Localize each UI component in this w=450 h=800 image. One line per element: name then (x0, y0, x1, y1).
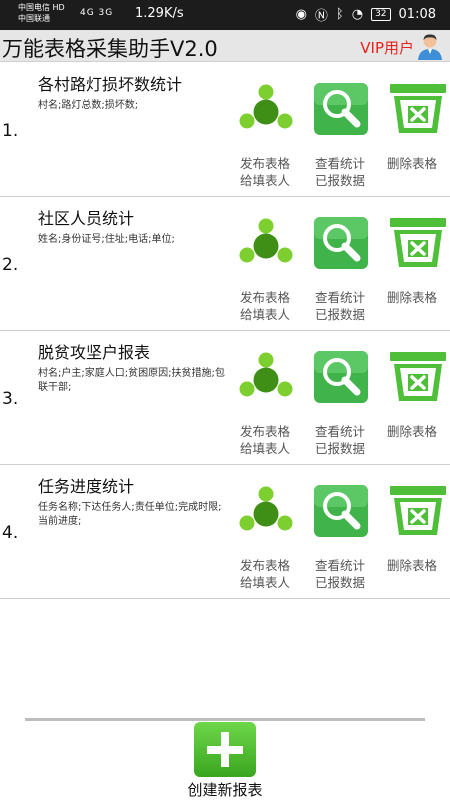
publish-form-button[interactable]: 发布表格 给填表人 (225, 211, 305, 327)
publish-form-button[interactable]: 发布表格 给填表人 (225, 77, 305, 193)
publish-form-button[interactable]: 发布表格 给填表人 (225, 345, 305, 461)
share-dots-icon (239, 352, 293, 397)
form-row: 2. 社区人员统计 姓名;身份证号;住址;电话;单位; 发布表格 给填表人 查看… (0, 197, 450, 331)
view-stats-label: 查看统计 已报数据 (300, 155, 380, 189)
carrier-info: 中国电信 HD 中国联通 (18, 2, 65, 24)
form-fields: 姓名;身份证号;住址;电话;单位; (38, 234, 175, 245)
form-index: 4. (2, 523, 19, 543)
trash-box-icon (390, 352, 446, 401)
publish-form-label: 发布表格 给填表人 (225, 557, 305, 591)
magnifier-icon (314, 217, 368, 269)
form-title[interactable]: 各村路灯损坏数统计 (38, 71, 182, 95)
delete-label: 删除表格 (387, 424, 438, 439)
bottom-divider (25, 718, 425, 721)
delete-label: 删除表格 (387, 290, 438, 305)
battery-indicator: 32 (371, 8, 391, 21)
view-label-line1: 查看统计 (314, 424, 365, 439)
publish-label-line1: 发布表格 (239, 290, 290, 305)
app-header: 万能表格采集助手V2.0 VIP用户 (0, 30, 450, 62)
status-right-group: ◉ Ⓝ ᛒ ◔ 32 01:08 (296, 5, 436, 24)
speedometer-icon: ◔ (351, 7, 364, 22)
delete-label: 删除表格 (387, 156, 438, 171)
form-row: 3. 脱贫攻坚户报表 村名;户主;家庭人口;贫困原因;扶贫措施;包联干部; 发布… (0, 331, 450, 465)
view-label-line2: 已报数据 (314, 575, 365, 590)
form-row: 1. 各村路灯损坏数统计 村名;路灯总数;损坏数; 发布表格 给填表人 查看统计… (0, 63, 450, 197)
magnifier-icon (314, 485, 368, 537)
view-stats-button[interactable]: 查看统计 已报数据 (300, 77, 380, 193)
publish-label-line2: 给填表人 (239, 173, 290, 188)
delete-label: 删除表格 (387, 558, 438, 573)
trash-box-icon (390, 218, 446, 267)
view-label-line2: 已报数据 (314, 307, 365, 322)
delete-form-button[interactable]: 删除表格 (377, 77, 450, 193)
delete-form-button[interactable]: 删除表格 (377, 211, 450, 327)
magnifier-icon (314, 351, 368, 403)
view-label-line1: 查看统计 (314, 290, 365, 305)
create-form-button[interactable] (194, 722, 256, 777)
form-fields: 任务名称;下达任务人;责任单位;完成时限;当前进度; (38, 502, 222, 527)
form-list: 1. 各村路灯损坏数统计 村名;路灯总数;损坏数; 发布表格 给填表人 查看统计… (0, 63, 450, 599)
nfc-icon: Ⓝ (314, 9, 328, 24)
user-avatar-icon[interactable] (416, 32, 444, 60)
view-stats-label: 查看统计 已报数据 (300, 557, 380, 591)
publish-label-line2: 给填表人 (239, 307, 290, 322)
delete-form-label: 删除表格 (387, 557, 450, 574)
share-dots-icon (239, 218, 293, 263)
view-label-line2: 已报数据 (314, 173, 365, 188)
view-label-line1: 查看统计 (314, 558, 365, 573)
view-stats-button[interactable]: 查看统计 已报数据 (300, 345, 380, 461)
form-fields: 村名;户主;家庭人口;贫困原因;扶贫措施;包联干部; (38, 368, 225, 393)
form-title[interactable]: 任务进度统计 (38, 473, 134, 497)
form-fields: 村名;路灯总数;损坏数; (38, 100, 139, 111)
view-stats-label: 查看统计 已报数据 (300, 289, 380, 323)
vip-label[interactable]: VIP用户 (360, 37, 414, 58)
publish-label-line2: 给填表人 (239, 441, 290, 456)
form-title[interactable]: 脱贫攻坚户报表 (38, 339, 150, 363)
carrier-line2: 中国联通 (18, 14, 50, 23)
publish-form-button[interactable]: 发布表格 给填表人 (225, 479, 305, 595)
trash-box-icon (390, 84, 446, 133)
publish-form-label: 发布表格 给填表人 (225, 423, 305, 457)
view-stats-label: 查看统计 已报数据 (300, 423, 380, 457)
delete-form-label: 删除表格 (387, 289, 450, 306)
share-dots-icon (239, 486, 293, 531)
share-dots-icon (239, 84, 293, 129)
status-bar: 中国电信 HD 中国联通 4G 3G 1.29K/s ◉ Ⓝ ᛒ ◔ 32 01… (0, 0, 450, 30)
form-row: 4. 任务进度统计 任务名称;下达任务人;责任单位;完成时限;当前进度; 发布表… (0, 465, 450, 599)
clock: 01:08 (398, 7, 436, 22)
publish-label-line1: 发布表格 (239, 424, 290, 439)
delete-form-label: 删除表格 (387, 423, 450, 440)
create-form-label[interactable]: 创建新报表 (0, 779, 450, 800)
form-index: 1. (2, 121, 19, 141)
app-title: 万能表格采集助手V2.0 (2, 37, 218, 61)
delete-form-label: 删除表格 (387, 155, 450, 172)
publish-form-label: 发布表格 给填表人 (225, 289, 305, 323)
view-label-line2: 已报数据 (314, 441, 365, 456)
signal-indicator: 4G 3G (80, 8, 114, 18)
carrier-line1: 中国电信 HD (18, 3, 65, 12)
trash-box-icon (390, 486, 446, 535)
view-stats-button[interactable]: 查看统计 已报数据 (300, 211, 380, 327)
form-index: 2. (2, 255, 19, 275)
view-stats-button[interactable]: 查看统计 已报数据 (300, 479, 380, 595)
view-label-line1: 查看统计 (314, 156, 365, 171)
publish-label-line1: 发布表格 (239, 156, 290, 171)
publish-label-line2: 给填表人 (239, 575, 290, 590)
net-speed: 1.29K/s (135, 6, 184, 21)
eye-icon: ◉ (295, 7, 307, 22)
bluetooth-icon: ᛒ (335, 7, 344, 22)
magnifier-icon (314, 83, 368, 135)
publish-form-label: 发布表格 给填表人 (225, 155, 305, 189)
publish-label-line1: 发布表格 (239, 558, 290, 573)
plus-icon (207, 732, 243, 767)
delete-form-button[interactable]: 删除表格 (377, 479, 450, 595)
delete-form-button[interactable]: 删除表格 (377, 345, 450, 461)
form-title[interactable]: 社区人员统计 (38, 205, 134, 229)
form-index: 3. (2, 389, 19, 409)
